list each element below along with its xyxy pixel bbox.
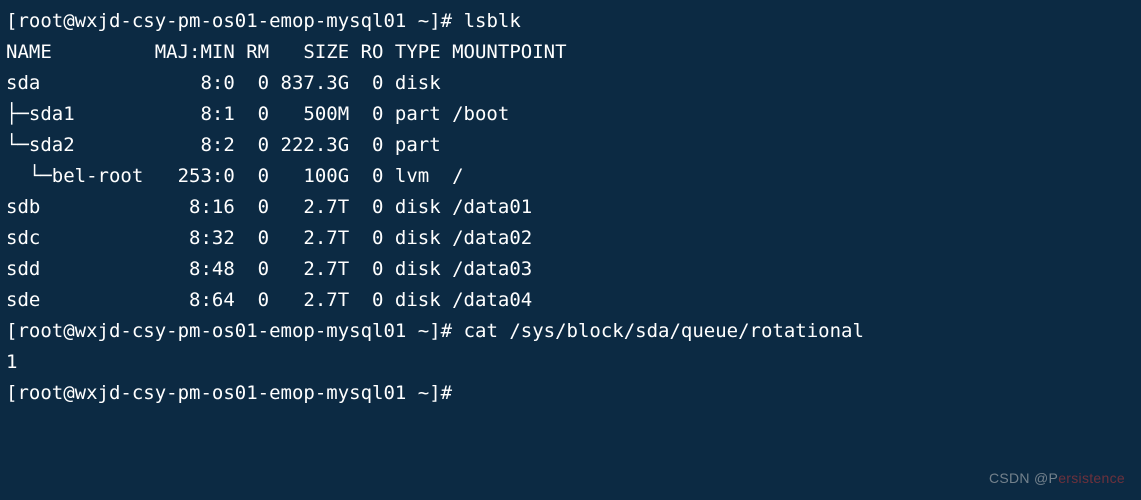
shell-prompt: [root@wxjd-csy-pm-os01-emop-mysql01 ~]# — [6, 320, 464, 342]
shell-prompt: [root@wxjd-csy-pm-os01-emop-mysql01 ~]# — [6, 10, 464, 32]
lsblk-header: NAME MAJ:MIN RM SIZE RO TYPE MOUNTPOINT — [6, 41, 567, 63]
command-lsblk: lsblk — [464, 10, 521, 32]
terminal-output[interactable]: [root@wxjd-csy-pm-os01-emop-mysql01 ~]# … — [0, 0, 1141, 409]
cat-output: 1 — [6, 351, 17, 373]
lsblk-rows: sda 8:0 0 837.3G 0 disk ├─sda1 8:1 0 500… — [6, 72, 532, 311]
command-cat-rotational: cat /sys/block/sda/queue/rotational — [464, 320, 864, 342]
watermark: CSDN @Persistence — [989, 463, 1125, 494]
shell-prompt-cutoff: [root@wxjd-csy-pm-os01-emop-mysql01 ~]# — [6, 382, 464, 404]
